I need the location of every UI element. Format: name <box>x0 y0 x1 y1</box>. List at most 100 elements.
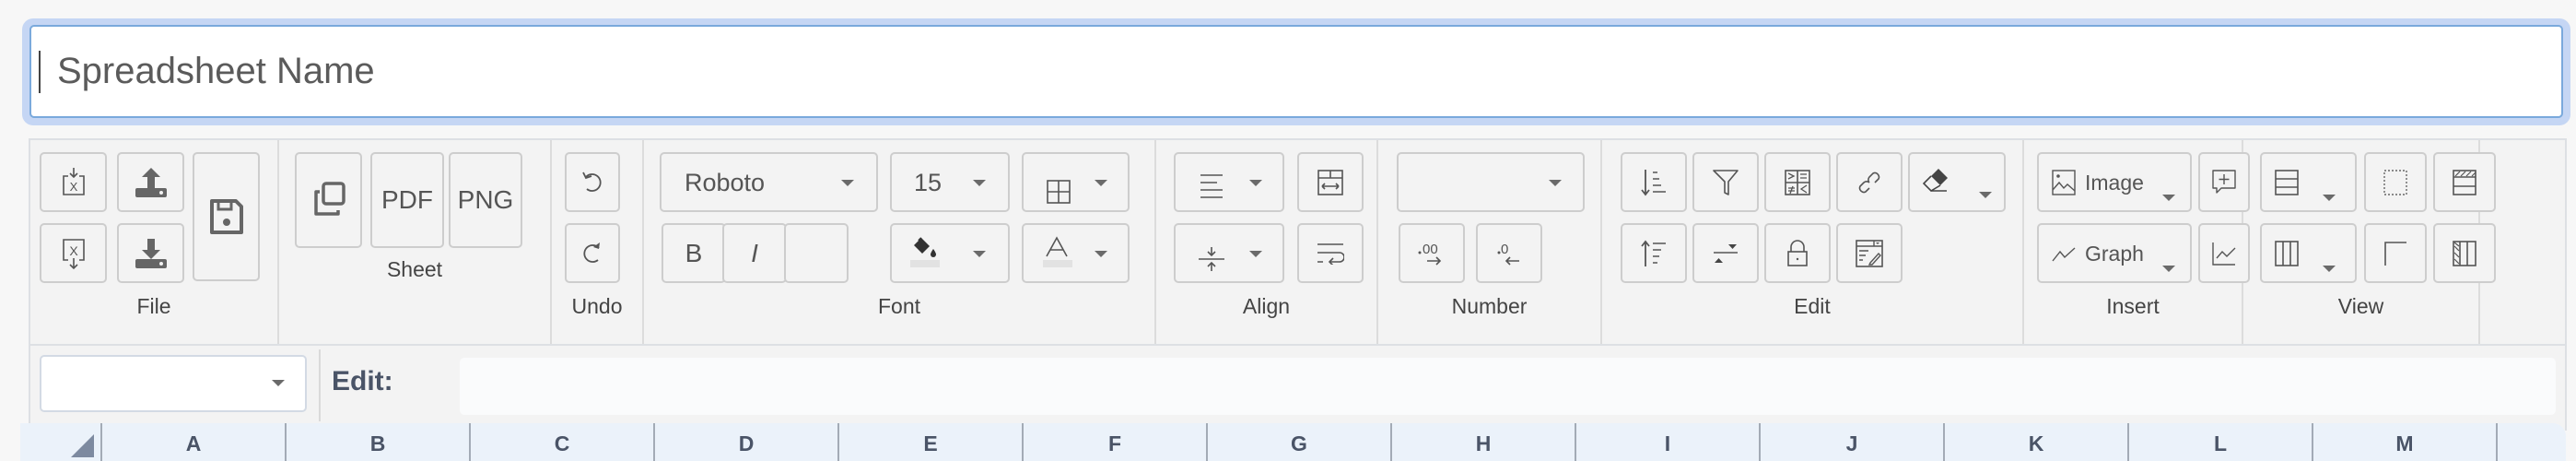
image-icon <box>2052 170 2076 195</box>
merge-cells-button[interactable] <box>1297 152 1364 212</box>
chevron-down-icon <box>973 251 986 257</box>
text-color-icon <box>1043 236 1072 267</box>
clear-dropdown[interactable] <box>1908 152 2006 212</box>
data-validation-icon <box>1856 239 1883 267</box>
group-label-sheet: Sheet <box>386 257 443 281</box>
upload-icon <box>135 167 167 197</box>
bold-button[interactable]: B <box>662 223 726 283</box>
group-edit: Edit <box>1602 140 2024 344</box>
columns-dropdown[interactable] <box>2260 223 2357 283</box>
group-font: Roboto 15 B I Font <box>644 140 1156 344</box>
number-format-dropdown[interactable] <box>1397 152 1585 212</box>
formula-input[interactable] <box>460 358 2556 415</box>
group-label-align: Align <box>1242 294 1291 318</box>
increase-decimals-icon: 00 <box>1418 242 1442 266</box>
redo-button[interactable] <box>565 223 620 283</box>
font-family-value: Roboto <box>685 169 766 196</box>
font-size-value: 15 <box>914 169 943 196</box>
graph-label: Graph <box>2085 242 2144 266</box>
underline-button[interactable] <box>784 223 849 283</box>
horizontal-align-dropdown[interactable] <box>1174 152 1284 212</box>
chevron-down-icon <box>2323 195 2336 201</box>
png-label: PNG <box>457 185 514 214</box>
wrap-text-button[interactable] <box>1297 223 1364 283</box>
column-header-b[interactable]: B <box>285 423 469 461</box>
select-all-corner[interactable] <box>71 434 94 457</box>
column-header-m[interactable]: M <box>2312 423 2496 461</box>
group-label-undo: Undo <box>571 294 623 318</box>
group-view: View <box>2243 140 2496 344</box>
insert-link-button[interactable] <box>1836 152 1903 212</box>
toolbar: X X File PDF PNG Sheet Undo Roboto 15 B … <box>29 138 2567 346</box>
cell-reference-dropdown[interactable] <box>40 355 307 412</box>
column-header-l[interactable]: L <box>2127 423 2312 461</box>
column-header-j[interactable]: J <box>1759 423 1943 461</box>
formula-bar-divider <box>319 349 321 421</box>
increase-decimals-button[interactable]: 00 <box>1399 223 1465 283</box>
group-label-view: View <box>2337 294 2384 318</box>
rows-dropdown[interactable] <box>2260 152 2357 212</box>
upload-button[interactable] <box>117 152 184 212</box>
group-undo: Undo <box>552 140 644 344</box>
gridlines-icon <box>2383 169 2407 195</box>
freeze-rows-icon <box>2453 169 2476 195</box>
insert-sparkline-button[interactable] <box>2198 223 2250 283</box>
column-header-e[interactable]: E <box>837 423 1022 461</box>
group-file: X X File <box>30 140 279 344</box>
pdf-label: PDF <box>381 185 433 214</box>
insert-image-dropdown[interactable]: Image <box>2037 152 2192 212</box>
column-header-g[interactable]: G <box>1206 423 1390 461</box>
copy-sheet-button[interactable] <box>295 152 362 248</box>
column-header-partial[interactable] <box>2496 423 2566 461</box>
chevron-down-icon <box>973 180 986 186</box>
comment-add-icon <box>2212 169 2236 194</box>
sort-descending-button[interactable] <box>1621 223 1687 283</box>
column-header-k[interactable]: K <box>1943 423 2127 461</box>
italic-button[interactable]: I <box>722 223 787 283</box>
column-header-f[interactable]: F <box>1022 423 1206 461</box>
hide-button[interactable] <box>1692 223 1759 283</box>
undo-button[interactable] <box>565 152 620 212</box>
download-button[interactable] <box>117 223 184 283</box>
conditional-format-icon <box>1785 169 1810 195</box>
insert-graph-dropdown[interactable]: Graph <box>2037 223 2192 283</box>
save-button[interactable] <box>193 152 260 281</box>
column-header-i[interactable]: I <box>1575 423 1759 461</box>
column-header-a[interactable]: A <box>100 423 285 461</box>
group-label-file: File <box>136 294 171 318</box>
merge-cells-icon <box>1317 169 1343 195</box>
export-pdf-button[interactable]: PDF <box>370 152 444 248</box>
chevron-down-icon <box>2323 266 2336 272</box>
fill-color-dropdown[interactable] <box>890 223 1010 283</box>
font-size-dropdown[interactable]: 15 <box>890 152 1010 212</box>
collapse-icon <box>1714 243 1738 263</box>
freeze-columns-icon <box>2453 240 2476 266</box>
group-sheet: PDF PNG Sheet <box>279 140 552 344</box>
chevron-down-icon <box>2162 195 2175 201</box>
export-png-button[interactable]: PNG <box>449 152 522 248</box>
borders-dropdown[interactable] <box>1022 152 1130 212</box>
lock-icon <box>1787 239 1808 266</box>
column-header-d[interactable]: D <box>653 423 837 461</box>
spreadsheet-name-input[interactable] <box>29 25 2563 118</box>
insert-comment-button[interactable] <box>2198 152 2250 212</box>
export-xlsx-button[interactable]: X <box>40 223 107 283</box>
decrease-decimals-button[interactable]: 0 <box>1476 223 1542 283</box>
fill-color-icon <box>910 237 940 267</box>
vertical-align-dropdown[interactable] <box>1174 223 1284 283</box>
headers-toggle-button[interactable] <box>2364 223 2427 283</box>
sort-ascending-button[interactable] <box>1621 152 1687 212</box>
lock-button[interactable] <box>1764 223 1831 283</box>
conditional-format-button[interactable] <box>1764 152 1831 212</box>
chevron-down-icon <box>1549 180 1562 186</box>
text-color-dropdown[interactable] <box>1022 223 1130 283</box>
filter-button[interactable] <box>1692 152 1759 212</box>
font-family-dropdown[interactable]: Roboto <box>660 152 878 212</box>
column-header-h[interactable]: H <box>1390 423 1575 461</box>
copy-icon <box>313 182 345 216</box>
data-validation-button[interactable] <box>1836 223 1903 283</box>
import-xlsx-button[interactable]: X <box>40 152 107 212</box>
column-header-c[interactable]: C <box>469 423 653 461</box>
chevron-down-icon <box>1249 180 1262 186</box>
gridlines-toggle-button[interactable] <box>2364 152 2427 212</box>
